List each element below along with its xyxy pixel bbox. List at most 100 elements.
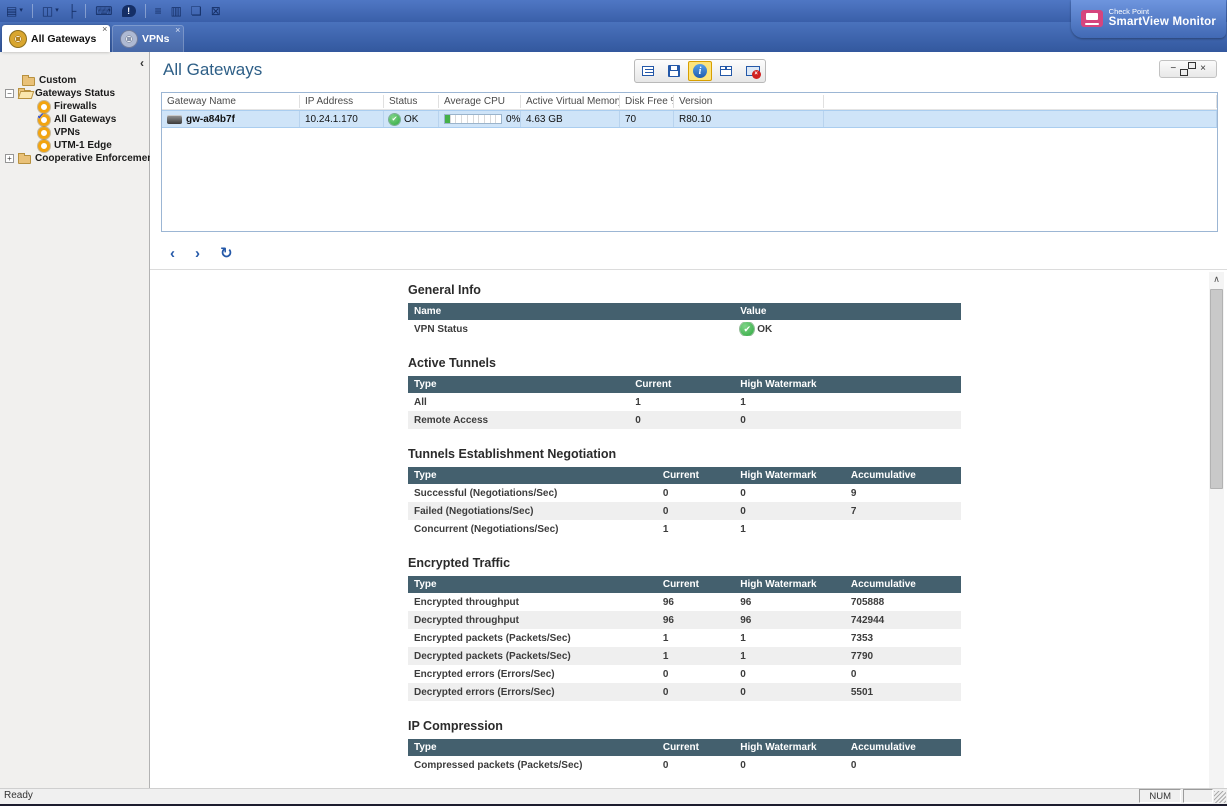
col-disk-free[interactable]: Disk Free % xyxy=(620,95,674,108)
detail-cell: 96 xyxy=(657,615,734,626)
tab-label: VPNs xyxy=(142,33,169,45)
detail-cell: 5501 xyxy=(845,687,961,698)
resize-grip[interactable] xyxy=(1214,791,1226,803)
detail-row: Encrypted errors (Errors/Sec)000 xyxy=(408,665,961,683)
sidebar-item-label: UTM-1 Edge xyxy=(54,140,112,151)
back-icon[interactable]: ‹ xyxy=(170,246,175,261)
detail-col-header: Current xyxy=(657,742,734,753)
sidebar-item-gateways-status[interactable]: − Gateways Status xyxy=(0,87,149,100)
refresh-icon[interactable]: ↻ xyxy=(220,246,233,261)
tree-sidebar: ‹ Custom − Gateways StatusFirewallsAll Gat… xyxy=(0,52,150,788)
details-view-icon[interactable] xyxy=(636,61,660,81)
forward-icon[interactable]: › xyxy=(195,246,200,261)
detail-col-header: High Watermark xyxy=(734,379,961,390)
checkpoint-brand: Check Point SmartView Monitor xyxy=(1071,0,1226,38)
section-title: Encrypted Traffic xyxy=(408,556,961,570)
col-ip-address[interactable]: IP Address xyxy=(300,95,384,108)
tab-close-icon[interactable]: × xyxy=(175,26,180,35)
sidebar-item-vpns[interactable]: VPNs xyxy=(0,126,149,139)
detail-cell: 0 xyxy=(657,669,734,680)
package-icon[interactable] xyxy=(714,61,738,81)
save-icon[interactable] xyxy=(662,61,686,81)
gateway-appliance-icon xyxy=(167,115,182,124)
sidebar-item-label: Gateways Status xyxy=(35,88,115,99)
detail-row: Decrypted errors (Errors/Sec)005501 xyxy=(408,683,961,701)
detail-col-header: Accumulative xyxy=(845,470,961,481)
tab-close-icon[interactable]: × xyxy=(102,25,107,34)
detail-table-header: TypeCurrentHigh WatermarkAccumulative xyxy=(408,467,961,484)
col-status[interactable]: Status xyxy=(384,95,439,108)
minimize-button[interactable]: − xyxy=(1170,64,1176,74)
folder-open-icon xyxy=(18,90,31,99)
checkpoint-ring-icon xyxy=(121,31,137,47)
detail-cell: 0 xyxy=(629,415,734,426)
sidebar-collapse-button[interactable]: ‹ xyxy=(140,56,144,70)
sidebar-item-label: Custom xyxy=(39,75,76,86)
detail-cell: 1 xyxy=(657,524,734,535)
col-average-cpu[interactable]: Average CPU xyxy=(439,95,521,108)
detail-cell: 742944 xyxy=(845,615,961,626)
close-window-icon[interactable]: ⊠ xyxy=(211,4,221,18)
detail-cell: 1 xyxy=(734,651,845,662)
detail-table-header: TypeCurrentHigh Watermark xyxy=(408,376,961,393)
detail-cell: 0 xyxy=(657,506,734,517)
num-lock-indicator: NUM xyxy=(1139,789,1181,803)
gateway-row[interactable]: gw-a84b7f 10.24.1.170 OK 0% 4.63 GB 70 R… xyxy=(162,110,1217,128)
scrollbar-thumb[interactable] xyxy=(1210,289,1223,489)
tab-all-gateways[interactable]: All Gateways × xyxy=(2,25,110,52)
disconnect-gateway-icon[interactable]: × xyxy=(740,61,764,81)
col-active-virtual-memory[interactable]: Active Virtual Memory xyxy=(521,95,620,108)
info-icon[interactable]: i xyxy=(688,61,712,81)
sidebar-item-utm-1-edge[interactable]: UTM-1 Edge xyxy=(0,139,149,152)
detail-col-header: High Watermark xyxy=(734,742,845,753)
view-selector-icon[interactable]: ◫▾ xyxy=(42,4,59,18)
status-cell xyxy=(1183,789,1213,803)
detail-table-header: TypeCurrentHigh WatermarkAccumulative xyxy=(408,739,961,756)
close-button[interactable]: × xyxy=(1200,64,1206,74)
detail-cell: Decrypted throughput xyxy=(408,615,657,626)
detail-cell: Decrypted packets (Packets/Sec) xyxy=(408,651,657,662)
tree-expander-icon[interactable]: − xyxy=(5,89,14,98)
col-gateway-name[interactable]: Gateway Name xyxy=(162,95,300,108)
detail-col-header: High Watermark xyxy=(734,470,845,481)
sidebar-item-custom[interactable]: Custom xyxy=(0,74,149,87)
detail-cell: 0 xyxy=(734,488,845,499)
detail-cell: 0 xyxy=(734,669,845,680)
detail-cell: 96 xyxy=(734,597,845,608)
detail-nav-toolbar: ‹ › ↻ xyxy=(150,237,1227,270)
gateway-details-pane: General InfoNameValueVPN StatusOKActive … xyxy=(150,270,1227,788)
cascade-windows-icon[interactable]: ❏ xyxy=(191,4,202,18)
detail-cell: Successful (Negotiations/Sec) xyxy=(408,488,657,499)
detail-cell: Decrypted errors (Errors/Sec) xyxy=(408,687,657,698)
detail-cell: 1 xyxy=(657,633,734,644)
sidebar-item-firewalls[interactable]: Firewalls xyxy=(0,100,149,113)
sidebar-item-all-gateways[interactable]: All Gateways xyxy=(0,113,149,126)
status-text: Ready xyxy=(4,790,33,801)
detail-col-header: High Watermark xyxy=(734,579,845,590)
status-bar: Ready NUM xyxy=(0,788,1227,804)
menu-icon[interactable]: ▤▾ xyxy=(6,4,23,18)
smartview-monitor-window: ▤▾ ◫▾ ├ ⌨! ≡ ▥ ❏ ⊠ Check Point SmartView Monito… xyxy=(0,0,1227,806)
section-title: General Info xyxy=(408,283,961,297)
list-rows-icon[interactable]: ≡ xyxy=(155,4,162,18)
detail-cell: Encrypted throughput xyxy=(408,597,657,608)
scroll-up-icon[interactable]: ∧ xyxy=(1209,272,1224,287)
columns-view-icon[interactable]: ▥ xyxy=(171,4,182,18)
detail-cell: 0 xyxy=(734,506,845,517)
tree-expander-icon[interactable]: + xyxy=(5,154,14,163)
col-version[interactable]: Version xyxy=(674,95,824,108)
sidebar-item-cooperative-enforcement[interactable]: +Cooperative Enforcement xyxy=(0,152,149,165)
folder-icon xyxy=(22,77,35,86)
detail-col-header: Accumulative xyxy=(845,742,961,753)
detail-col-header: Type xyxy=(408,470,657,481)
tree-view-icon[interactable]: ├ xyxy=(68,4,77,18)
alert-bubble-icon[interactable]: ! xyxy=(122,5,136,17)
detail-col-header: Type xyxy=(408,579,657,590)
tab-vpns[interactable]: VPNs × xyxy=(112,25,184,52)
vertical-scrollbar[interactable]: ∧ xyxy=(1209,272,1224,788)
detail-cell: 1 xyxy=(629,397,734,408)
keyboard-icon[interactable]: ⌨ xyxy=(95,4,112,18)
section-encrypted-traffic: Encrypted TrafficTypeCurrentHigh Waterma… xyxy=(408,556,961,701)
status-ok-icon xyxy=(389,114,400,125)
row-filler xyxy=(824,111,1217,127)
